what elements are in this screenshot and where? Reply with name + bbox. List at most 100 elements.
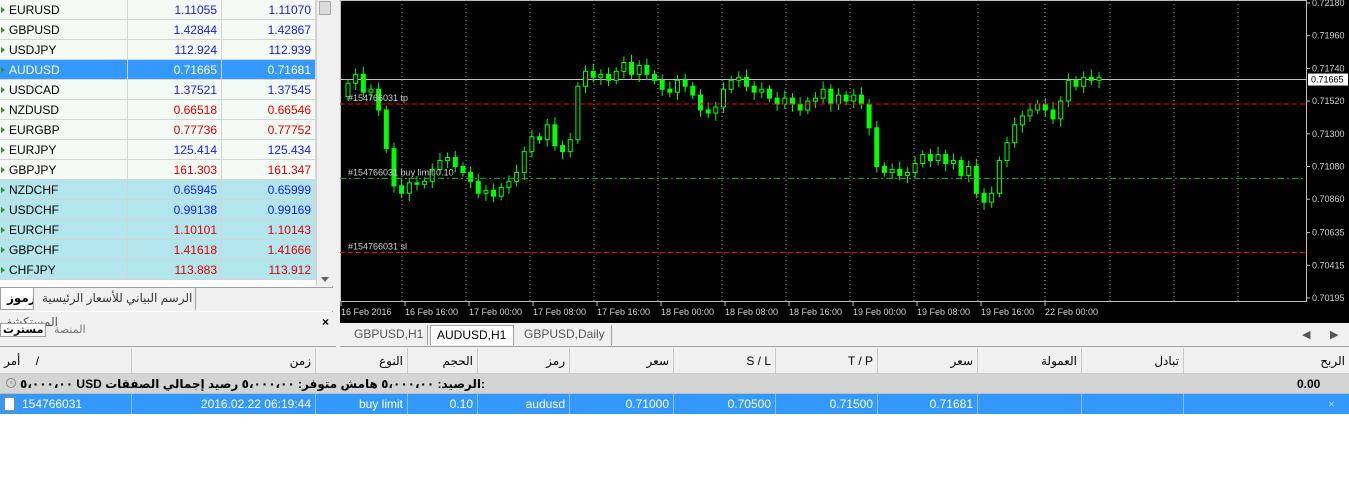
candle-body-bear xyxy=(1088,76,1094,81)
chart-canvas[interactable]: 0.72180 0.71960 0.71740 0.71520 0.71300 0.710… xyxy=(340,0,1349,323)
col-profit[interactable]: الربح xyxy=(1184,348,1349,374)
market-watch-panel: EURUSD 1.11055 1.11070 GBPUSD 1.42844 1.42867… xyxy=(0,0,333,312)
price-chart[interactable]: 0.72180 0.71960 0.71740 0.71520 0.71300 0.710… xyxy=(340,0,1349,323)
symbol-name: AUDUSD xyxy=(7,59,128,80)
candle-body-bull xyxy=(989,192,995,203)
market-watch-row[interactable]: NZDUSD 0.66518 0.66546 xyxy=(0,99,316,120)
candle-body-bull xyxy=(851,94,857,102)
tab-symbols[interactable]: رموز xyxy=(0,288,34,310)
candle-body-bull xyxy=(1004,142,1010,162)
symbol-name: EURGBP xyxy=(7,119,128,140)
bid-price: 113.883 xyxy=(128,259,222,280)
market-watch-row[interactable]: GBPCHF 1.41618 1.41666 xyxy=(0,239,316,260)
candle-body-bull xyxy=(514,171,520,182)
col-commission[interactable]: العمولة xyxy=(978,348,1082,374)
col-tp[interactable]: T / P xyxy=(776,348,878,374)
time-label: 19 Feb 00:00 xyxy=(853,307,906,317)
chevron-right-icon[interactable]: ▶ xyxy=(1330,328,1338,341)
order-swap xyxy=(1082,394,1184,414)
bid-price: 1.11055 xyxy=(128,0,222,20)
candle-body-bull xyxy=(498,186,504,197)
candle-body-bear xyxy=(383,109,389,150)
price-label: 0.71080 xyxy=(1312,161,1345,171)
table-row[interactable]: 154766031 2016.02.22 06:19:44 buy limit … xyxy=(0,394,1349,414)
candle-body-bear xyxy=(743,76,749,87)
plot-frame xyxy=(340,0,1307,302)
market-watch-row[interactable]: EURCHF 1.10101 1.10143 xyxy=(0,219,316,240)
market-watch-row[interactable]: NZDCHF 0.65945 0.65999 xyxy=(0,179,316,200)
order-commission xyxy=(978,394,1082,414)
candle-body-bear xyxy=(1050,109,1056,120)
market-watch-row[interactable]: CHFJPY 113.883 113.912 xyxy=(0,259,316,280)
tab-audusd-h1[interactable]: AUDUSD,H1 xyxy=(430,325,514,345)
bid-price: 0.71665 xyxy=(128,59,222,80)
candle-body-bear xyxy=(452,157,458,167)
col-symbol[interactable]: رمز xyxy=(478,348,570,374)
market-watch-row[interactable]: EURGBP 0.77736 0.77752 xyxy=(0,119,316,140)
candle-body-bull xyxy=(966,165,972,176)
market-watch-row[interactable]: EURJPY 125.414 125.434 xyxy=(0,139,316,160)
col-order[interactable]: أمر / xyxy=(0,348,132,374)
candle-body-bull xyxy=(506,180,512,188)
candle-body-bull xyxy=(728,79,734,90)
chevron-left-icon[interactable]: ◀ xyxy=(1302,328,1310,341)
scroll-up-button[interactable] xyxy=(319,1,331,15)
col-swap[interactable]: تبادل xyxy=(1082,348,1184,374)
col-sl[interactable]: S / L xyxy=(674,348,776,374)
scroll-down-icon[interactable] xyxy=(321,277,329,282)
col-time[interactable]: زمن xyxy=(132,348,316,374)
symbol-name: EURJPY xyxy=(7,139,128,160)
navigator-panel: المستكشف × مسترت المنصة xyxy=(0,313,336,347)
navigator-tab-common[interactable]: مسترت xyxy=(0,323,46,337)
tp-label: #154766031 tp xyxy=(348,93,408,103)
col-type[interactable]: النوع xyxy=(316,348,408,374)
market-watch-row[interactable]: GBPJPY 161.303 161.347 xyxy=(0,159,316,180)
candle-body-bear xyxy=(943,154,949,165)
symbol-arrow-icon xyxy=(0,100,7,120)
market-watch-row[interactable]: GBPUSD 1.42844 1.42867 xyxy=(0,19,316,40)
col-volume[interactable]: الحجم xyxy=(408,348,478,374)
time-label: 19 Feb 08:00 xyxy=(917,307,970,317)
candle-body-bull xyxy=(1065,79,1071,102)
ask-price: 0.99169 xyxy=(222,199,316,220)
market-watch-row[interactable]: USDJPY 112.924 112.939 xyxy=(0,39,316,60)
tab-gbpusd-daily[interactable]: GBPUSD,Daily xyxy=(518,325,612,345)
candle-body-bull xyxy=(353,73,359,84)
candle-body-bear xyxy=(475,180,481,194)
order-time: 2016.02.22 06:19:44 xyxy=(132,394,316,414)
market-watch-row[interactable]: USDCHF 0.99138 0.99169 xyxy=(0,199,316,220)
candle-body-bear xyxy=(468,171,474,182)
price-label: 0.70195 xyxy=(1312,293,1345,303)
close-order-icon[interactable]: × xyxy=(1328,394,1335,414)
symbol-arrow-icon xyxy=(0,120,7,140)
market-watch-row[interactable]: USDCAD 1.37521 1.37545 xyxy=(0,79,316,100)
candle-body-bear xyxy=(981,192,987,203)
symbol-arrow-icon xyxy=(0,0,7,20)
market-watch-row[interactable]: EURUSD 1.11055 1.11070 xyxy=(0,0,316,20)
ask-price: 0.66546 xyxy=(222,99,316,120)
navigator-tab-favorites[interactable]: المنصة xyxy=(54,323,102,337)
close-icon[interactable]: × xyxy=(322,315,329,329)
candle-body-bear xyxy=(866,103,872,129)
order-symbol: audusd xyxy=(478,394,570,414)
candle-body-bear xyxy=(360,73,366,93)
sort-icon[interactable]: / xyxy=(36,354,39,368)
balance-summary-row[interactable]: ◦ ٥،٠٠٠،٠٠ USD الرصيد: ٥،٠٠٠،٠٠ هامش متو… xyxy=(0,374,1349,394)
price-label: 0.71740 xyxy=(1312,63,1345,73)
bid-price: 125.414 xyxy=(128,139,222,160)
candle-body-bear xyxy=(629,61,635,75)
price-label: 0.71300 xyxy=(1312,129,1345,139)
market-watch-scrollbar[interactable] xyxy=(316,0,333,286)
ask-price: 0.65999 xyxy=(222,179,316,200)
candle-body-bull xyxy=(483,189,489,194)
candle-body-bear xyxy=(690,85,696,96)
col-current-price[interactable]: سعر xyxy=(878,348,978,374)
symbol-arrow-icon xyxy=(0,60,7,80)
current-price-label: 0.71665 xyxy=(1311,75,1344,85)
candle-body-bull xyxy=(904,171,910,176)
tab-gbpusd-h1[interactable]: GBPUSD,H1 xyxy=(348,325,428,345)
candle-body-bull xyxy=(598,73,604,78)
tab-tick-chart[interactable]: الرسم البياني للأسعار الرئيسية xyxy=(36,288,196,310)
col-price[interactable]: سعر xyxy=(570,348,674,374)
market-watch-row[interactable]: AUDUSD 0.71665 0.71681 xyxy=(0,59,316,80)
